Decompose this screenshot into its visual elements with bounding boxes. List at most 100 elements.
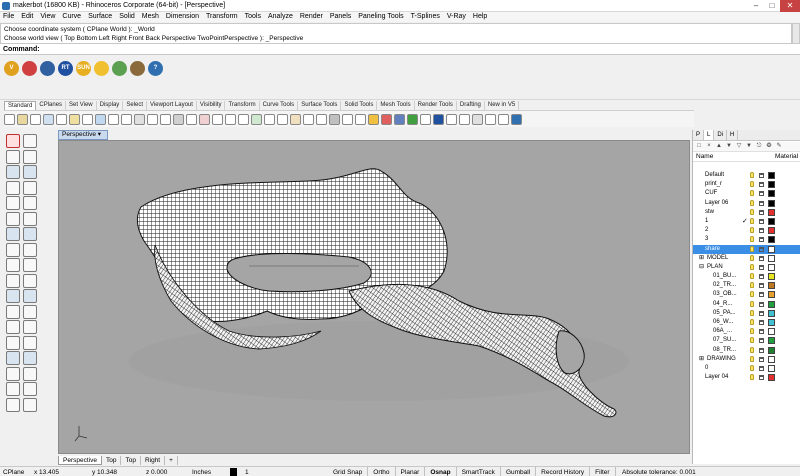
layer-color-swatch[interactable] [768, 181, 775, 189]
light-icon[interactable] [94, 60, 109, 76]
lock-icon[interactable] [759, 182, 764, 188]
left-tool-icon[interactable] [23, 273, 37, 288]
rt-icon[interactable]: RT [58, 60, 73, 76]
standard-tool-icon[interactable] [498, 113, 509, 125]
minimize-button[interactable]: – [748, 0, 764, 12]
lock-icon[interactable] [759, 255, 764, 261]
render-icon[interactable] [22, 60, 37, 76]
visibility-bulb-icon[interactable] [750, 309, 754, 316]
standard-tool-icon[interactable] [121, 113, 132, 125]
standard-tool-icon[interactable] [329, 113, 340, 125]
visibility-bulb-icon[interactable] [750, 236, 754, 243]
command-prompt[interactable]: Command: [0, 44, 800, 55]
visibility-bulb-icon[interactable] [750, 273, 754, 280]
menu-surface[interactable]: Surface [88, 12, 112, 22]
left-tool-icon[interactable] [23, 351, 37, 365]
column-name[interactable]: Name [696, 152, 713, 162]
visibility-bulb-icon[interactable] [750, 217, 754, 224]
layer-row[interactable]: 01_BU... [693, 272, 800, 281]
layer-row[interactable]: 0 [693, 364, 800, 373]
left-tool-icon[interactable] [23, 211, 37, 226]
layer-row[interactable]: 1 ✓ [693, 217, 800, 226]
left-tool-icon[interactable] [23, 165, 37, 179]
layer-tool-icon[interactable]: ❂ [765, 143, 773, 150]
expand-icon[interactable]: ⊞ [699, 254, 704, 263]
standard-tool-icon[interactable] [30, 113, 41, 125]
toolbar-tab-select[interactable]: Select [123, 101, 147, 110]
perspective-viewport[interactable] [58, 140, 690, 454]
standard-tool-icon[interactable] [186, 113, 197, 125]
layer-color-swatch[interactable] [768, 300, 775, 308]
lock-icon[interactable] [759, 310, 764, 316]
left-tool-icon[interactable] [23, 227, 37, 241]
layer-color-swatch[interactable] [768, 217, 775, 225]
material-icon[interactable] [112, 60, 127, 76]
lock-icon[interactable] [759, 218, 764, 224]
visibility-bulb-icon[interactable] [750, 282, 754, 289]
visibility-bulb-icon[interactable] [750, 181, 754, 188]
standard-tool-icon[interactable] [56, 113, 67, 125]
menu-view[interactable]: View [40, 12, 55, 22]
layer-color-swatch[interactable] [768, 190, 775, 198]
viewport-tab-top[interactable]: Top [102, 456, 122, 465]
standard-tool-icon[interactable] [394, 113, 405, 125]
close-button[interactable]: ✕ [780, 0, 800, 12]
left-tool-icon[interactable] [23, 196, 37, 210]
menu-mesh[interactable]: Mesh [142, 12, 159, 22]
layer-row[interactable]: ⊞ MODEL [693, 254, 800, 263]
standard-tool-icon[interactable] [485, 113, 496, 125]
layer-row[interactable]: 05_PA... [693, 309, 800, 318]
standard-tool-icon[interactable] [160, 113, 171, 125]
add-viewport-tab-button[interactable]: + [165, 456, 178, 465]
camera-icon[interactable] [40, 60, 55, 76]
left-tool-icon[interactable] [23, 149, 37, 164]
layer-tool-icon[interactable]: ⎋ [755, 143, 763, 150]
left-tool-icon[interactable] [6, 289, 20, 303]
status-toggle-filter[interactable]: Filter [590, 467, 616, 476]
standard-tool-icon[interactable] [264, 113, 275, 125]
layer-row[interactable]: ⊟ PLAN [693, 263, 800, 272]
standard-tool-icon[interactable] [238, 113, 249, 125]
standard-tool-icon[interactable] [511, 113, 522, 125]
visibility-bulb-icon[interactable] [750, 374, 754, 381]
toolbar-tab-curve-tools[interactable]: Curve Tools [260, 101, 299, 110]
layer-row[interactable]: 03_OB... [693, 290, 800, 299]
menu-tools[interactable]: Tools [245, 12, 261, 22]
standard-tool-icon[interactable] [381, 113, 392, 125]
toolbar-tab-display[interactable]: Display [97, 101, 124, 110]
standard-tool-icon[interactable] [472, 113, 483, 125]
lock-icon[interactable] [759, 338, 764, 344]
visibility-bulb-icon[interactable] [750, 190, 754, 197]
standard-tool-icon[interactable] [199, 113, 210, 125]
layer-tool-icon[interactable]: ▼ [745, 143, 753, 150]
viewport-tab-top[interactable]: Top [121, 456, 141, 465]
standard-tool-icon[interactable] [173, 113, 184, 125]
layer-color-swatch[interactable] [768, 263, 775, 271]
layer-color-swatch[interactable] [768, 364, 775, 372]
status-toggle-smarttrack[interactable]: SmartTrack [457, 467, 501, 476]
viewport-tab-perspective[interactable]: Perspective [58, 456, 102, 465]
left-tool-icon[interactable] [6, 366, 20, 381]
menu-solid[interactable]: Solid [119, 12, 135, 22]
visibility-bulb-icon[interactable] [750, 199, 754, 206]
standard-tool-icon[interactable] [95, 113, 106, 125]
standard-tool-icon[interactable] [4, 113, 15, 125]
layer-row[interactable]: 04_R... [693, 300, 800, 309]
viewport-tab-right[interactable]: Right [141, 456, 166, 465]
left-tool-icon[interactable] [23, 397, 37, 412]
left-tool-icon[interactable] [23, 382, 37, 396]
layer-row[interactable]: 08_TR... [693, 346, 800, 355]
left-tool-icon[interactable] [23, 304, 37, 319]
left-tool-icon[interactable] [23, 366, 37, 381]
visibility-bulb-icon[interactable] [750, 208, 754, 215]
left-tool-icon[interactable] [6, 242, 20, 257]
standard-tool-icon[interactable] [407, 113, 418, 125]
toolbar-tab-transform[interactable]: Transform [225, 101, 260, 110]
panel-tab-l[interactable]: L [704, 130, 715, 140]
panel-tab-di[interactable]: Di [714, 130, 728, 140]
lock-icon[interactable] [759, 347, 764, 353]
lock-icon[interactable] [759, 292, 764, 298]
visibility-bulb-icon[interactable] [750, 337, 754, 344]
expand-icon[interactable]: ⊞ [699, 355, 704, 364]
layer-color-swatch[interactable] [768, 355, 775, 363]
